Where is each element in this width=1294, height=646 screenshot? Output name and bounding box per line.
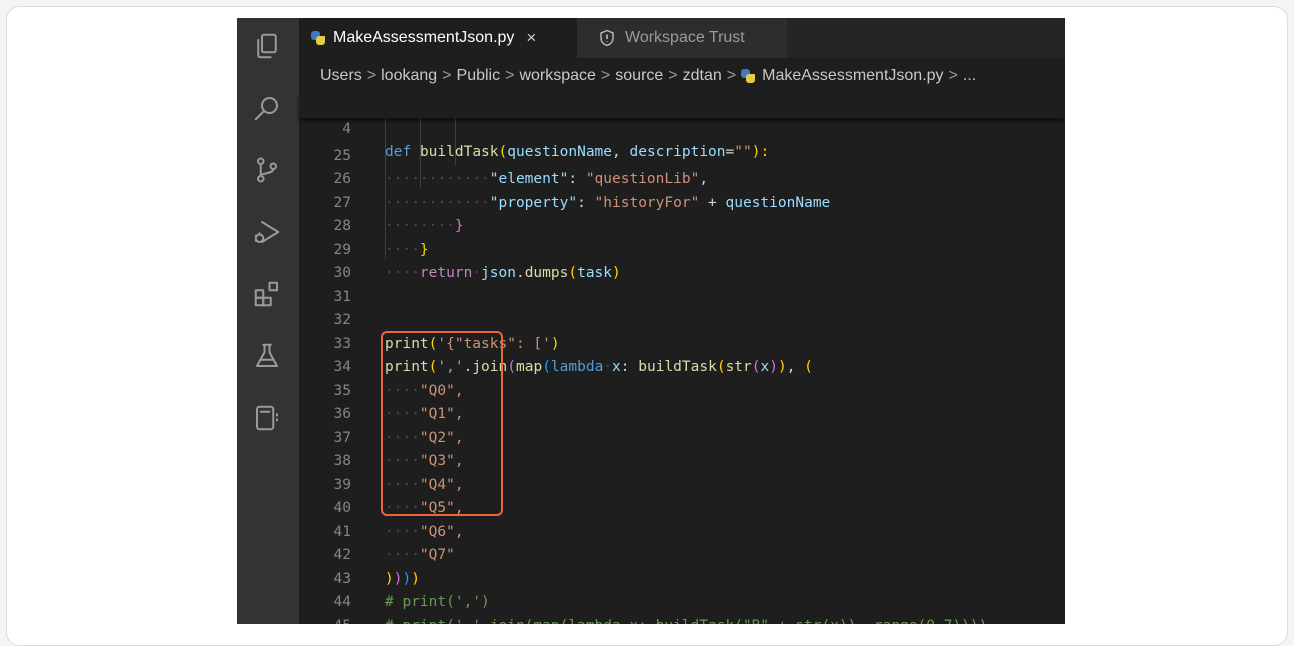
python-file-icon [311, 31, 325, 45]
code-line: 46 [299, 615, 1065, 625]
breadcrumb-item[interactable]: Users [320, 67, 362, 85]
code-line: 30 [299, 239, 1065, 281]
tab-label: Workspace Trust [625, 29, 745, 46]
source-control-icon[interactable] [251, 154, 283, 186]
highlight-box [381, 331, 503, 516]
activity-bar [237, 18, 299, 624]
tab-label: MakeAssessmentJson.py [333, 29, 515, 46]
code-line: 31 [299, 262, 1065, 305]
code-line: 43 # print(',') [299, 544, 1065, 611]
chevron-right-icon: > [600, 67, 611, 84]
code-line: 33 print(','.join(map(lambda·x: buildTas… [299, 309, 1065, 376]
breadcrumb-item[interactable]: ... [963, 67, 976, 85]
chevron-right-icon: > [948, 67, 958, 84]
chevron-right-icon: > [668, 67, 678, 84]
chevron-right-icon: > [442, 67, 452, 84]
extensions-icon[interactable] [251, 278, 283, 310]
testing-icon[interactable] [251, 340, 283, 372]
code-line: 28 ····} [299, 192, 1065, 258]
breadcrumb-item[interactable]: source [615, 67, 663, 85]
breadcrumb: Users > lookang > Public > workspace > sourc… [299, 58, 1065, 94]
breadcrumb-item[interactable]: MakeAssessmentJson.py [762, 67, 943, 85]
line-number: 4 [342, 120, 351, 137]
code-line: 32 print('{"tasks": [') [299, 286, 1065, 352]
breadcrumb-item[interactable]: zdtan [683, 67, 722, 85]
shield-icon [600, 29, 614, 47]
run-debug-icon[interactable] [251, 216, 283, 248]
vscode-window: MakeAssessmentJson.py × Workspace Trust … [237, 18, 1065, 624]
code-line: 45 print(']}') [299, 591, 1065, 625]
python-file-icon [741, 69, 756, 83]
code-line: 29 ····return·json.dumps(task) [299, 215, 1065, 282]
explorer-icon[interactable] [251, 30, 283, 62]
search-icon[interactable] [251, 92, 283, 124]
breadcrumb-item[interactable]: lookang [381, 67, 437, 85]
breadcrumb-item[interactable]: Public [457, 67, 501, 85]
breadcrumb-item[interactable]: workspace [519, 67, 595, 85]
chevron-right-icon: > [726, 67, 737, 84]
notebook-icon[interactable] [251, 402, 283, 434]
code-text: def buildTask(questionName, description=… [385, 144, 770, 160]
sticky-scroll-header[interactable]: 4 def buildTask(questionName, descriptio… [299, 94, 1065, 161]
chevron-right-icon: > [366, 67, 377, 84]
code-line: 4 def buildTask(questionName, descriptio… [299, 94, 1065, 161]
close-icon[interactable]: × [526, 28, 536, 48]
tab-workspace-trust[interactable]: Workspace Trust [577, 18, 787, 58]
code-line: 44 # print(','.join(map(lambda x: buildT… [299, 568, 1065, 624]
code-line: 42 )))) [299, 521, 1065, 587]
chevron-right-icon: > [505, 67, 515, 84]
tab-makeassessmentjson[interactable]: MakeAssessmentJson.py × [299, 18, 577, 58]
editor-tabs: MakeAssessmentJson.py × Workspace Trust [299, 18, 1065, 58]
code-line: 27 ········} [299, 168, 1065, 235]
